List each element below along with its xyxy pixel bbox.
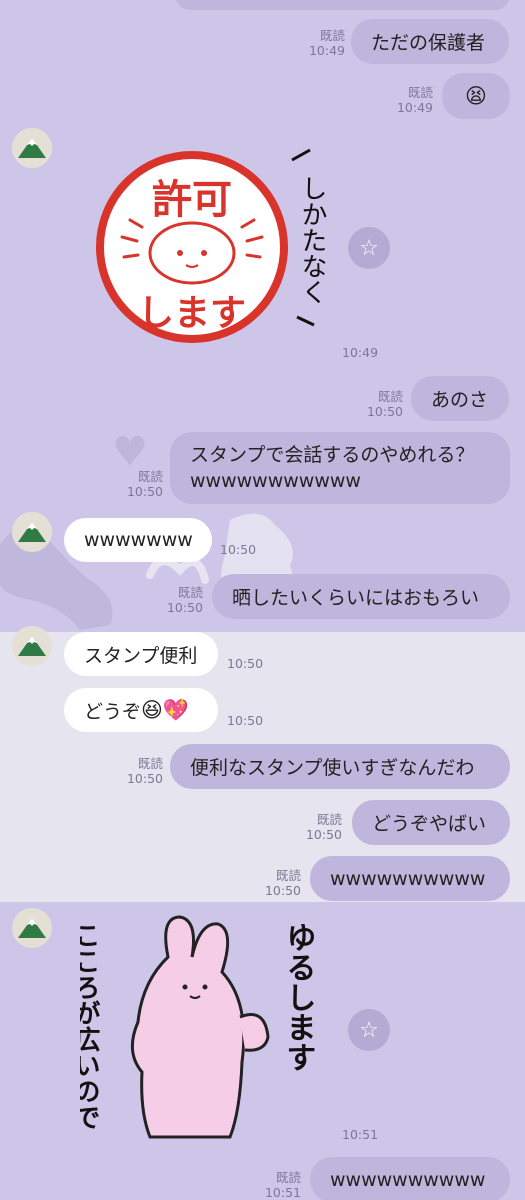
outgoing-message-bubble[interactable]: 晒したいくらいにはおもろい (212, 574, 510, 619)
message-time: 10:51 (342, 1127, 379, 1142)
chat-screen: ♥ 既読 10:49 ただの保護者 既読 10:49 😫 許可 します しかたな… (0, 0, 525, 1200)
outgoing-message-bubble[interactable]: どうぞやばい (352, 800, 510, 845)
star-icon: ☆ (359, 235, 379, 261)
sticker-star-button[interactable]: ☆ (348, 1009, 390, 1051)
mountain-avatar-icon (12, 512, 52, 552)
stamp-side-text: しかたなく (297, 175, 327, 305)
message-meta: 既読 10:50 (264, 868, 301, 898)
avatar[interactable] (12, 626, 52, 666)
stamp-big-text: 許可 (152, 177, 232, 223)
sticker-left-text: こころが広いので (80, 922, 100, 1130)
incoming-message-bubble[interactable]: スタンプ便利 (64, 632, 218, 676)
stamp-sub-text: します (138, 293, 246, 334)
message-meta: 既読 10:51 (264, 1170, 301, 1200)
sticker-star-button[interactable]: ☆ (348, 227, 390, 269)
message-meta: 既読 10:50 (126, 756, 163, 786)
outgoing-message-bubble[interactable]: wwwwwwwwww (310, 856, 510, 901)
message-time: 10:50 (220, 542, 257, 557)
message-text: 晒したいくらいにはおもろい (232, 587, 480, 609)
outgoing-message-bubble[interactable]: スタンプで会話するのやめれる？ wwwwwwwwwww (170, 432, 510, 504)
message-text: wwwwwww (84, 529, 193, 551)
message-meta: 既読 10:49 (308, 28, 345, 58)
sticker-right-text: ゆるします (281, 922, 316, 1072)
message-text: wwwwwwwwww (330, 1168, 486, 1191)
message-text: どうぞ (84, 700, 142, 723)
message-meta: 既読 10:50 (166, 585, 203, 615)
avatar[interactable] (12, 512, 52, 552)
outgoing-message-bubble[interactable]: あのさ (411, 376, 509, 421)
bunny-sticker[interactable]: こころが広いので ゆるします (80, 912, 330, 1144)
incoming-message-bubble[interactable]: どうぞ 😆 💖 (64, 688, 218, 732)
message-text: 便利なスタンプ使いすぎなんだわ (190, 757, 475, 779)
mountain-avatar-icon (12, 128, 52, 168)
message-text: どうぞやばい (372, 813, 487, 835)
message-meta: 既読 10:50 (366, 389, 403, 419)
avatar[interactable] (12, 128, 52, 168)
message-text-line2: wwwwwwwwwww (190, 470, 361, 492)
message-time: 10:49 (342, 345, 379, 360)
message-text: wwwwwwwwww (330, 867, 486, 890)
message-meta: 既読 10:49 (396, 85, 433, 115)
outgoing-emoji-bubble[interactable]: 😫 (442, 73, 510, 119)
message-meta: 既読 10:50 (305, 812, 342, 842)
outgoing-message-bubble[interactable]: ただの保護者 (351, 19, 509, 64)
partial-message-bubble[interactable] (175, 0, 510, 10)
outgoing-message-bubble[interactable]: 便利なスタンプ使いすぎなんだわ (170, 744, 510, 789)
message-text: スタンプ便利 (84, 644, 198, 667)
message-text: あのさ (431, 389, 489, 411)
tired-face-emoji-icon: 😫 (465, 83, 487, 108)
star-icon: ☆ (359, 1017, 379, 1043)
message-time: 10:50 (227, 713, 264, 728)
laughing-face-emoji-icon: 😆 (141, 697, 163, 722)
stamp-sticker[interactable]: 許可 します しかたなく (92, 145, 342, 365)
avatar[interactable] (12, 908, 52, 948)
heart-decoration-icon: ♥ (112, 429, 148, 475)
outgoing-message-bubble[interactable]: wwwwwwwwww (310, 1157, 510, 1200)
incoming-message-bubble[interactable]: wwwwwww (64, 518, 212, 562)
message-meta: 既読 10:50 (126, 469, 163, 499)
mountain-avatar-icon (12, 626, 52, 666)
message-text: ただの保護者 (371, 32, 486, 54)
mountain-avatar-icon (12, 908, 52, 948)
sparkling-heart-emoji-icon: 💖 (162, 697, 190, 722)
message-time: 10:50 (227, 656, 264, 671)
